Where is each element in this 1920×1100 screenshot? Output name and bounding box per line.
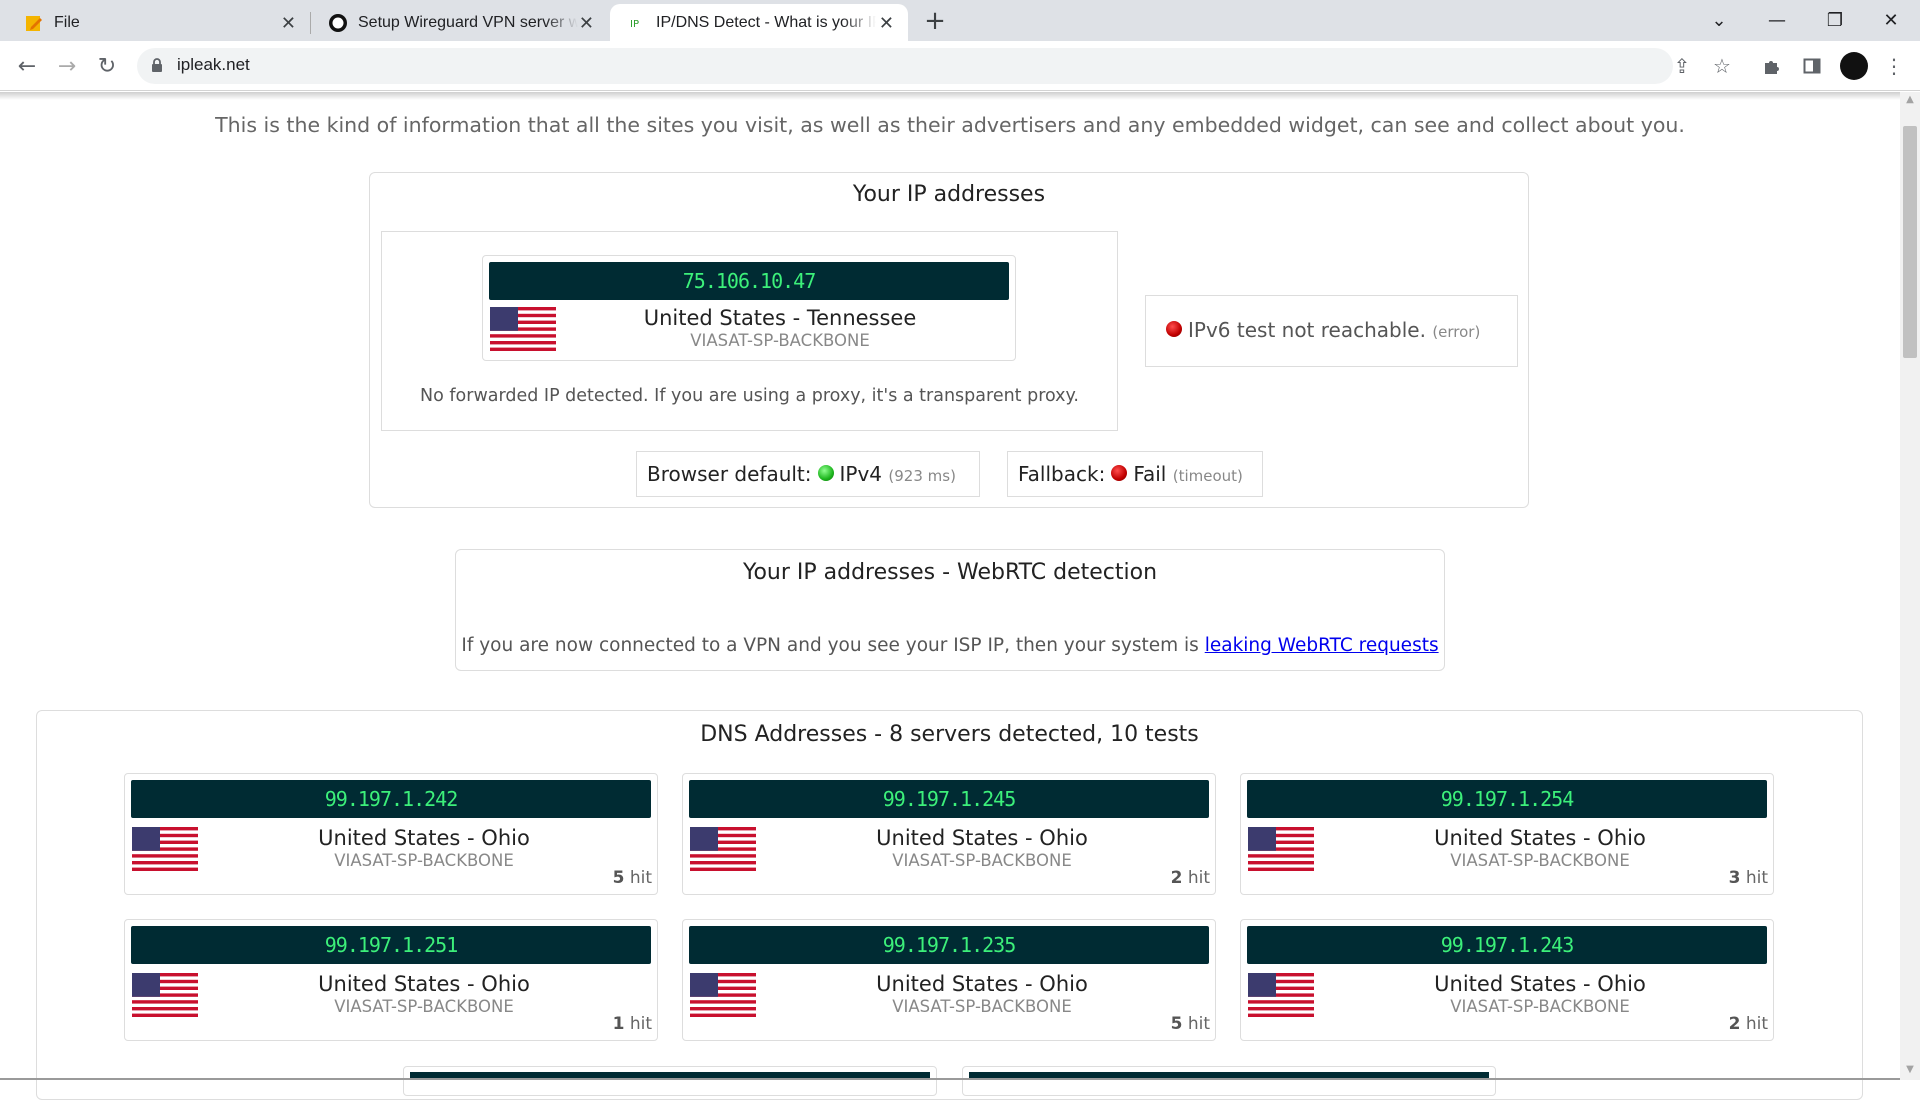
browser-default-line: Browser default: IPv4 (923 ms) <box>647 462 956 486</box>
url-text[interactable]: ipleak.net <box>177 55 250 75</box>
us-flag-icon <box>490 307 556 355</box>
restore-icon[interactable]: ❐ <box>1806 0 1864 41</box>
dns-server-ip[interactable]: 99.197.1.243 <box>1247 926 1767 964</box>
dns-server-hits: 1 hit <box>612 1014 652 1034</box>
dns-server-ip[interactable]: 99.197.1.235 <box>689 926 1209 964</box>
close-tab-icon[interactable]: ✕ <box>579 13 594 34</box>
webrtc-leak-link[interactable]: leaking WebRTC requests <box>1205 635 1439 656</box>
bookmark-star-icon[interactable]: ☆ <box>1706 50 1738 82</box>
dns-server-hits: 5 hit <box>1170 1014 1210 1034</box>
scroll-down-arrow-icon[interactable]: ▼ <box>1904 1064 1916 1076</box>
forwarded-ip-note: No forwarded IP detected. If you are usi… <box>420 386 1079 406</box>
share-icon[interactable]: ⇪ <box>1666 50 1698 82</box>
fallback-line: Fallback: Fail (timeout) <box>1018 462 1243 486</box>
ip-location: United States - Tennessee <box>643 306 917 330</box>
new-tab-plus-icon[interactable]: + <box>920 6 950 36</box>
tab-ipleak[interactable]: IP IP/DNS Detect - What is your IP, ✕ <box>610 4 908 41</box>
us-flag-icon <box>690 973 756 1021</box>
webrtc-note: If you are now connected to a VPN and yo… <box>461 635 1439 656</box>
green-status-dot-icon <box>817 464 834 481</box>
close-window-icon[interactable]: ✕ <box>1862 0 1920 41</box>
intro-text: This is the kind of information that all… <box>215 113 1685 137</box>
red-status-dot-icon <box>1111 464 1128 481</box>
ipleak-icon: IP <box>626 13 646 33</box>
dns-server-location: United States - Ohio <box>876 826 1088 850</box>
dns-server-hits: 3 hit <box>1728 868 1768 888</box>
us-flag-icon <box>132 973 198 1021</box>
back-arrow-icon[interactable]: ← <box>10 49 44 83</box>
page-top-shadow <box>0 92 1900 100</box>
side-panel-icon[interactable] <box>1796 50 1828 82</box>
tab-wireguard[interactable]: Setup Wireguard VPN server with ✕ <box>312 4 608 41</box>
us-flag-icon <box>1248 827 1314 875</box>
dns-server-ip[interactable]: 99.197.1.254 <box>1247 780 1767 818</box>
dns-server-location: United States - Ohio <box>318 972 530 996</box>
address-bar[interactable] <box>137 48 1673 84</box>
minimize-icon[interactable]: — <box>1748 0 1806 41</box>
scroll-up-arrow-icon[interactable]: ▲ <box>1904 94 1916 106</box>
close-tab-icon[interactable]: ✕ <box>879 13 894 34</box>
close-tab-icon[interactable]: ✕ <box>281 13 296 34</box>
forward-arrow-icon[interactable]: → <box>50 49 84 83</box>
dns-server-ip[interactable]: 99.197.1.245 <box>689 780 1209 818</box>
note-pencil-icon <box>24 13 44 33</box>
ip-isp: VIASAT-SP-BACKBONE <box>690 331 870 350</box>
dns-server-location: United States - Ohio <box>1434 972 1646 996</box>
dns-server-location: United States - Ohio <box>876 972 1088 996</box>
dns-server-hits: 2 hit <box>1728 1014 1768 1034</box>
dns-server-hits: 2 hit <box>1170 868 1210 888</box>
us-flag-icon <box>132 827 198 875</box>
webrtc-title: Your IP addresses - WebRTC detection <box>742 560 1158 585</box>
lock-icon[interactable] <box>151 58 163 77</box>
tab-search-chevron-icon[interactable]: ⌄ <box>1690 0 1748 41</box>
menu-kebab-icon[interactable]: ⋮ <box>1878 50 1910 82</box>
tab-file[interactable]: File ✕ <box>8 4 310 41</box>
extensions-puzzle-icon[interactable] <box>1756 50 1788 82</box>
dns-card <box>36 710 1863 1100</box>
profile-avatar[interactable] <box>1840 52 1868 80</box>
dns-server-location: United States - Ohio <box>1434 826 1646 850</box>
dns-title: DNS Addresses - 8 servers detected, 10 t… <box>700 722 1199 747</box>
dns-server-box-partial <box>962 1066 1496 1096</box>
reload-icon[interactable]: ↻ <box>90 49 124 83</box>
scrollbar-thumb[interactable] <box>1903 126 1917 358</box>
svg-text:IP: IP <box>630 19 639 30</box>
dns-server-box-partial <box>403 1066 937 1096</box>
dns-server-ip[interactable]: 99.197.1.242 <box>131 780 651 818</box>
dns-server-hits: 5 hit <box>612 868 652 888</box>
us-flag-icon <box>690 827 756 875</box>
site-circle-icon <box>328 13 348 33</box>
ip-address[interactable]: 75.106.10.47 <box>489 262 1009 300</box>
red-status-dot-icon <box>1166 320 1182 337</box>
dns-server-ip[interactable]: 99.197.1.251 <box>131 926 651 964</box>
ip-section-title: Your IP addresses <box>852 182 1046 207</box>
ipv6-status-line: IPv6 test not reachable. (error) <box>1160 318 1480 342</box>
tab-separator <box>310 12 311 34</box>
dns-server-location: United States - Ohio <box>318 826 530 850</box>
us-flag-icon <box>1248 973 1314 1021</box>
